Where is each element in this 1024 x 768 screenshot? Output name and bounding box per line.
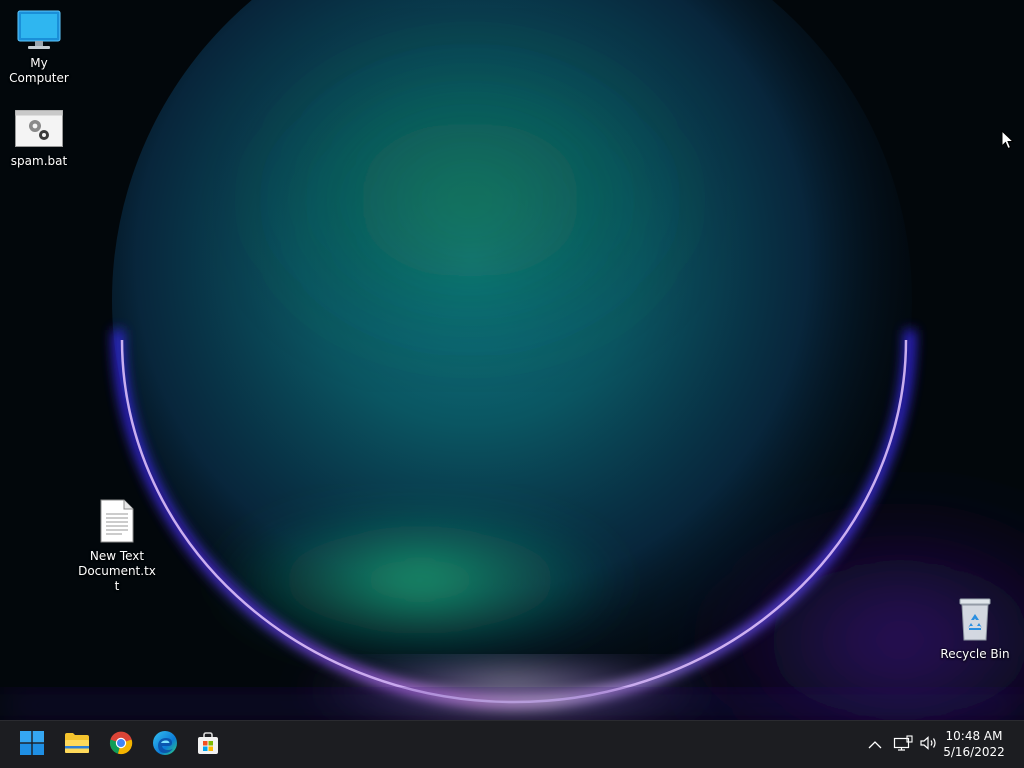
chrome-icon <box>109 731 133 759</box>
volume-icon <box>919 735 939 755</box>
desktop-icon-label: Recycle Bin <box>940 647 1010 661</box>
folder-icon <box>64 732 90 758</box>
edge-button[interactable] <box>147 728 183 762</box>
desktop-icon-label: New Text Document.txt <box>78 549 156 593</box>
desktop-icon-label: spam.bat <box>10 154 68 168</box>
mouse-cursor-icon <box>1001 129 1015 154</box>
desktop-icon-new-text-document[interactable]: New Text Document.txt <box>77 499 157 594</box>
clock-date: 5/16/2022 <box>943 745 1005 759</box>
volume-button[interactable] <box>917 721 941 768</box>
monitor-icon <box>0 10 79 54</box>
desktop-icon-label: My Computer <box>9 56 69 85</box>
chrome-button[interactable] <box>103 728 139 762</box>
file-explorer-button[interactable] <box>59 728 95 762</box>
store-button[interactable] <box>190 728 226 762</box>
clock-button[interactable]: 10:48 AM 5/16/2022 <box>942 728 1006 760</box>
windows-logo-icon <box>20 731 44 759</box>
taskbar: 10:48 AM 5/16/2022 <box>0 720 1024 768</box>
store-icon <box>196 731 220 759</box>
batch-file-icon <box>0 110 79 152</box>
network-icon <box>893 734 913 755</box>
desktop-icon-recycle-bin[interactable]: Recycle Bin <box>935 597 1015 662</box>
network-status-button[interactable] <box>891 721 915 768</box>
desktop[interactable]: My Computer spam.bat New Text Document.t… <box>0 0 1024 720</box>
desktop-icon-spam-bat[interactable]: spam.bat <box>0 110 79 169</box>
desktop-icon-my-computer[interactable]: My Computer <box>0 10 79 86</box>
clock-time: 10:48 AM <box>945 729 1003 743</box>
text-file-icon <box>77 499 157 547</box>
start-button[interactable] <box>14 728 50 762</box>
wallpaper-bloom <box>0 0 1024 720</box>
recycle-bin-icon <box>935 597 1015 645</box>
edge-icon <box>152 730 178 760</box>
chevron-up-icon <box>868 735 882 754</box>
show-hidden-icons-button[interactable] <box>864 721 886 768</box>
